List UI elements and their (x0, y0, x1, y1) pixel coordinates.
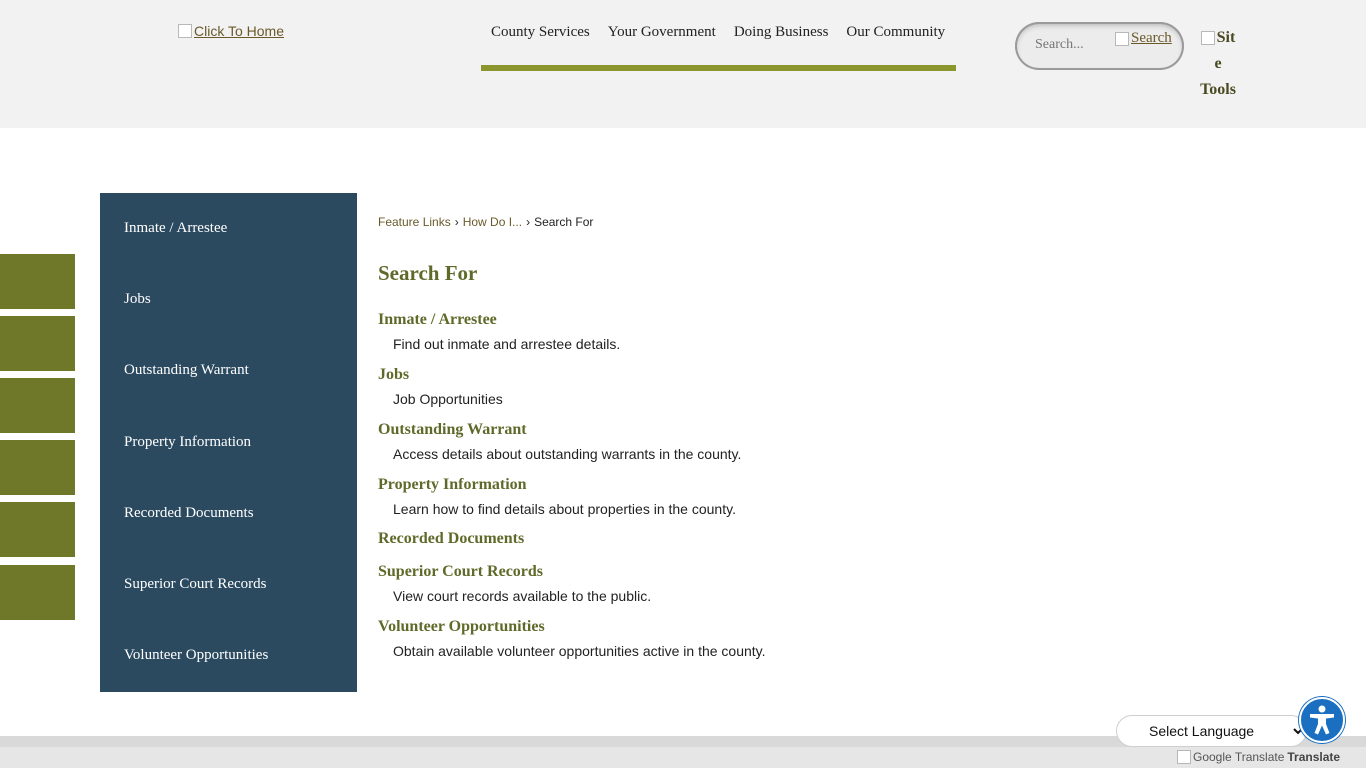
entry-title-inmate-arrestee[interactable]: Inmate / Arrestee (378, 311, 497, 329)
sidebar-item-recorded-documents[interactable]: Recorded Documents (124, 505, 254, 522)
search-box: Search (1015, 22, 1184, 70)
language-select[interactable]: Select Language (1116, 715, 1307, 747)
site-tools-line-2: e (1214, 55, 1222, 72)
side-tab-2[interactable] (0, 316, 75, 371)
home-logo-link[interactable]: Click To Home (178, 23, 284, 39)
search-button-label: Search (1131, 30, 1172, 46)
entry-desc-jobs: Job Opportunities (393, 391, 503, 407)
sidebar-item-volunteer-opportunities[interactable]: Volunteer Opportunities (124, 647, 268, 664)
site-tools-button[interactable]: Sit e Tools (1196, 25, 1240, 103)
entry-title-volunteer-opportunities[interactable]: Volunteer Opportunities (378, 618, 545, 636)
breadcrumb: Feature Links › How Do I... › Search For (378, 215, 593, 229)
nav-our-community[interactable]: Our Community (837, 24, 954, 41)
site-tools-line-3: Tools (1200, 81, 1236, 98)
page-title: Search For (378, 261, 478, 285)
translate-label: Translate (1287, 750, 1341, 764)
google-translate-alt: Google Translate (1193, 750, 1285, 764)
entry-desc-property-information: Learn how to find details about properti… (393, 501, 736, 517)
google-translate-credit[interactable]: Google Translate Translate (1177, 750, 1340, 764)
sidebar-item-jobs[interactable]: Jobs (124, 291, 151, 308)
side-tab-5[interactable] (0, 502, 75, 557)
entry-title-superior-court-records[interactable]: Superior Court Records (378, 563, 543, 581)
sidebar-item-property-information[interactable]: Property Information (124, 434, 251, 451)
home-logo-alt: Click To Home (194, 23, 284, 39)
nav-your-government[interactable]: Your Government (599, 24, 725, 41)
entry-desc-volunteer-opportunities: Obtain available volunteer opportunities… (393, 643, 766, 659)
nav-doing-business[interactable]: Doing Business (725, 24, 838, 41)
sidebar-nav: Inmate / Arrestee Jobs Outstanding Warra… (100, 193, 357, 692)
broken-image-icon (178, 24, 192, 38)
main-nav: County Services Your Government Doing Bu… (481, 0, 956, 71)
site-header: Click To Home County Services Your Gover… (0, 0, 1366, 128)
side-tab-4[interactable] (0, 440, 75, 495)
accessibility-button[interactable] (1299, 697, 1345, 743)
entry-title-jobs[interactable]: Jobs (378, 366, 409, 384)
breadcrumb-feature-links[interactable]: Feature Links (378, 215, 451, 229)
broken-image-icon (1200, 31, 1215, 46)
entry-title-outstanding-warrant[interactable]: Outstanding Warrant (378, 421, 527, 439)
side-tab-1[interactable] (0, 254, 75, 309)
nav-accent-bar (481, 65, 956, 71)
entry-desc-superior-court-records: View court records available to the publ… (393, 588, 652, 604)
sidebar-item-superior-court-records[interactable]: Superior Court Records (124, 576, 266, 593)
breadcrumb-current: Search For (534, 215, 594, 229)
entry-title-recorded-documents[interactable]: Recorded Documents (378, 530, 524, 548)
sidebar-item-outstanding-warrant[interactable]: Outstanding Warrant (124, 362, 249, 379)
search-input[interactable] (1035, 37, 1115, 53)
search-button[interactable]: Search (1115, 30, 1172, 47)
breadcrumb-separator: › (526, 215, 531, 229)
sidebar-item-inmate-arrestee[interactable]: Inmate / Arrestee (124, 220, 227, 237)
entry-desc-inmate-arrestee: Find out inmate and arrestee details. (393, 336, 621, 352)
accessibility-person-icon (1310, 705, 1334, 735)
breadcrumb-separator: › (454, 215, 459, 229)
broken-image-icon (1115, 31, 1129, 46)
entry-desc-outstanding-warrant: Access details about outstanding warrant… (393, 446, 742, 462)
google-translate-logo-icon (1177, 750, 1191, 764)
side-tab-3[interactable] (0, 378, 75, 433)
side-tab-6[interactable] (0, 565, 75, 620)
site-tools-line-1: Sit (1216, 29, 1236, 46)
nav-county-services[interactable]: County Services (481, 24, 599, 41)
breadcrumb-how-do-i[interactable]: How Do I... (463, 215, 522, 229)
entry-title-property-information[interactable]: Property Information (378, 476, 527, 494)
